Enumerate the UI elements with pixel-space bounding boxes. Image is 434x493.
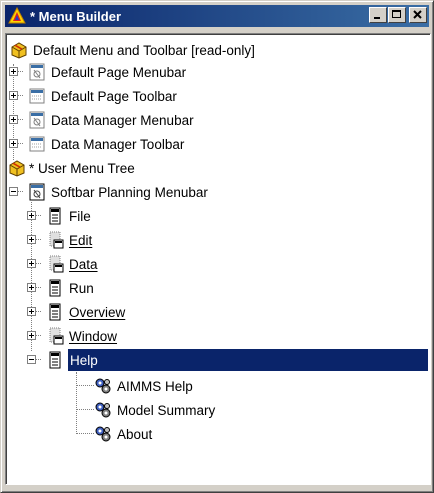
disabled-menu-icon [46, 255, 64, 273]
expand-toggle[interactable] [27, 331, 36, 340]
expand-toggle[interactable] [27, 259, 36, 268]
disabled-menu-icon [46, 231, 64, 249]
gears-icon [94, 401, 112, 419]
tree-item-label: Edit [69, 232, 93, 248]
tree-item-label: File [69, 208, 91, 224]
tree-item-label: * User Menu Tree [29, 160, 135, 176]
maximize-icon [392, 10, 401, 18]
tree-item-menu-edit[interactable]: Edit [46, 228, 92, 252]
collapse-toggle[interactable] [27, 355, 36, 364]
tree-line [76, 385, 94, 386]
tree-item-label: Help [70, 352, 98, 368]
menubar-icon [28, 183, 46, 201]
expand-toggle[interactable] [27, 283, 36, 292]
menu-builder-window: * Menu Builder Default Menu and Toolbar … [0, 0, 434, 493]
close-button[interactable] [409, 7, 427, 23]
close-icon [413, 10, 422, 19]
tree-item-label: Default Page Toolbar [51, 88, 177, 104]
gears-icon [94, 425, 112, 443]
tree-item-label: Data [69, 256, 98, 272]
expand-toggle[interactable] [27, 307, 36, 316]
collapse-toggle[interactable] [9, 187, 18, 196]
tree-item-label: About [117, 426, 153, 442]
folder-package-icon [8, 159, 26, 177]
toolbar-icon [28, 87, 46, 105]
folder-package-icon [10, 41, 28, 59]
menu-icon [46, 279, 64, 297]
tree-item-default-page-menubar[interactable]: Default Page Menubar [28, 60, 186, 84]
tree-line [76, 433, 94, 434]
tree-item-label: Run [69, 280, 94, 296]
tree-item-label: Model Summary [117, 402, 216, 418]
expand-toggle[interactable] [27, 211, 36, 220]
title-bar-buttons [368, 7, 427, 23]
menu-icon [46, 351, 64, 369]
expand-toggle[interactable] [9, 139, 18, 148]
disabled-menu-icon [46, 327, 64, 345]
tree-item-user-menu-tree[interactable]: * User Menu Tree [8, 156, 135, 180]
window-title: * Menu Builder [30, 8, 122, 24]
gears-icon [94, 377, 112, 395]
tree-item-label: Data Manager Toolbar [51, 136, 185, 152]
expand-toggle[interactable] [27, 235, 36, 244]
menu-icon [46, 207, 64, 225]
tree-line [76, 372, 77, 434]
menubar-icon [28, 111, 46, 129]
tree-item-label: Default Page Menubar [51, 64, 187, 80]
menu-tree-panel[interactable]: Default Menu and Toolbar [read-only] Def… [5, 33, 431, 485]
tree-item-label: Softbar Planning Menubar [51, 184, 208, 200]
expand-toggle[interactable] [9, 115, 18, 124]
tree-item-menu-file[interactable]: File [46, 204, 91, 228]
tree-item-softbar-planning-menubar[interactable]: Softbar Planning Menubar [28, 180, 208, 204]
title-bar[interactable]: * Menu Builder [5, 5, 429, 27]
tree-item-menu-data[interactable]: Data [46, 252, 98, 276]
aimms-app-icon[interactable] [8, 6, 26, 25]
menubar-icon [28, 63, 46, 81]
tree-item-default-page-toolbar[interactable]: Default Page Toolbar [28, 84, 177, 108]
tree-item-model-summary[interactable]: Model Summary [94, 398, 215, 422]
minimize-button[interactable] [369, 7, 387, 23]
tree-item-default-root[interactable]: Default Menu and Toolbar [read-only] [10, 38, 255, 62]
expand-toggle[interactable] [9, 91, 18, 100]
tree-item-about[interactable]: About [94, 422, 152, 446]
tree-item-data-manager-toolbar[interactable]: Data Manager Toolbar [28, 132, 184, 156]
tree-item-menu-window[interactable]: Window [46, 324, 117, 348]
tree-item-menu-overview[interactable]: Overview [46, 300, 125, 324]
minimize-icon [374, 17, 380, 19]
tree-item-label: Default Menu and Toolbar [read-only] [33, 42, 255, 58]
tree-item-menu-help[interactable]: Help [46, 348, 428, 372]
selection-highlight: Help [68, 349, 428, 371]
tree-item-label: AIMMS Help [117, 378, 193, 394]
tree-item-data-manager-menubar[interactable]: Data Manager Menubar [28, 108, 194, 132]
tree-line [76, 409, 94, 410]
tree-item-label: Data Manager Menubar [51, 112, 194, 128]
menu-icon [46, 303, 64, 321]
tree-item-label: Window [69, 328, 118, 344]
tree-item-menu-run[interactable]: Run [46, 276, 94, 300]
maximize-button[interactable] [388, 7, 406, 23]
tree-item-label: Overview [69, 304, 126, 320]
menu-tree: Default Menu and Toolbar [read-only] Def… [6, 34, 430, 484]
expand-toggle[interactable] [9, 67, 18, 76]
tree-line [31, 202, 32, 351]
tree-item-aimms-help[interactable]: AIMMS Help [94, 374, 193, 398]
toolbar-icon [28, 135, 46, 153]
